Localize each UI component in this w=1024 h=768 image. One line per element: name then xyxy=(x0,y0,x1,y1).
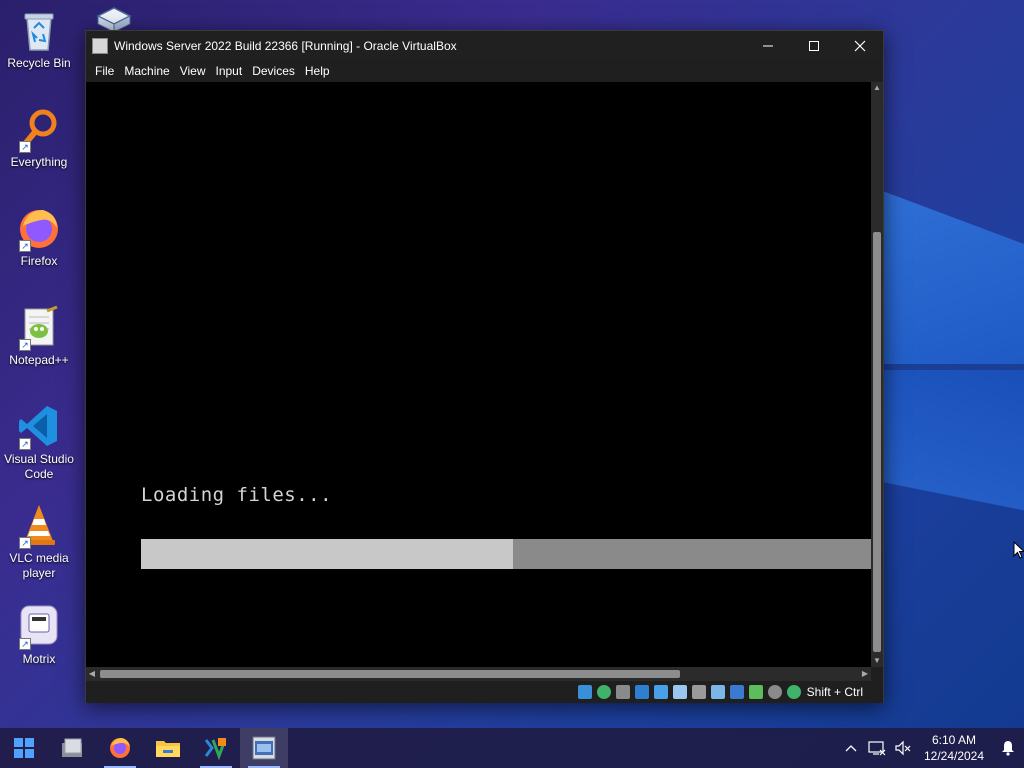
shortcut-arrow-icon: ↗ xyxy=(19,638,31,650)
menu-view[interactable]: View xyxy=(175,64,211,78)
firefox-icon: ↗ xyxy=(17,206,61,252)
desktop-icon-everything[interactable]: ↗ Everything xyxy=(4,107,74,170)
shortcut-arrow-icon: ↗ xyxy=(19,240,31,252)
menu-devices[interactable]: Devices xyxy=(247,64,300,78)
shared-folders-icon[interactable] xyxy=(691,685,706,699)
display-icon[interactable] xyxy=(710,685,725,699)
wallpaper-beam xyxy=(880,364,1024,370)
title-bar[interactable]: Windows Server 2022 Build 22366 [Running… xyxy=(86,31,883,60)
taskbar-file-explorer[interactable] xyxy=(144,728,192,768)
virtualbox-vm-icon xyxy=(252,736,276,760)
network-status-icon[interactable] xyxy=(864,728,890,768)
show-hidden-icons-chevron-icon[interactable] xyxy=(838,728,864,768)
vm-display[interactable]: Loading files... xyxy=(86,82,871,667)
file-manager-icon xyxy=(62,738,82,757)
mouse-integration-icon[interactable] xyxy=(767,685,782,699)
firefox-icon xyxy=(110,738,130,758)
desktop-icon-label: VLC media player xyxy=(9,551,69,580)
taskbar-virtualbox-vm[interactable] xyxy=(240,728,288,768)
desktop-icon-label: Visual Studio Code xyxy=(4,452,74,481)
minimize-button[interactable] xyxy=(745,31,791,60)
desktop-icon-label: Motrix xyxy=(22,652,56,666)
minimize-icon xyxy=(763,45,773,46)
recording-icon[interactable] xyxy=(729,685,744,699)
progress-fill xyxy=(141,539,514,569)
desktop-icon-vscode[interactable]: ↗ Visual Studio Code xyxy=(4,404,74,482)
wallpaper-beam xyxy=(880,370,1024,511)
maximize-button[interactable] xyxy=(791,31,837,60)
scroll-left-arrow-icon[interactable]: ◀ xyxy=(86,667,98,681)
keyboard-capture-icon[interactable] xyxy=(786,685,801,699)
system-tray: 6:10 AM 12/24/2024 xyxy=(838,728,1024,768)
vertical-scroll-thumb[interactable] xyxy=(873,232,881,652)
start-button[interactable] xyxy=(0,728,48,768)
desktop-icon-label: Recycle Bin xyxy=(7,56,71,70)
hard-disk-icon[interactable] xyxy=(577,685,592,699)
horizontal-scrollbar[interactable]: ◀ ▶ xyxy=(86,667,871,681)
desktop-icon-label: Everything xyxy=(10,155,68,169)
clock-time: 6:10 AM xyxy=(931,733,977,747)
window-title: Windows Server 2022 Build 22366 [Running… xyxy=(114,38,457,53)
mouse-cursor-icon xyxy=(1013,541,1024,559)
taskbar-firefox[interactable] xyxy=(96,728,144,768)
host-key-label: Shift + Ctrl xyxy=(806,685,863,699)
desktop-icon-recycle-bin[interactable]: Recycle Bin xyxy=(4,8,74,71)
optical-drive-icon[interactable] xyxy=(596,685,611,699)
loading-text: Loading files... xyxy=(141,484,333,506)
shortcut-arrow-icon: ↗ xyxy=(19,141,31,153)
scroll-right-arrow-icon[interactable]: ▶ xyxy=(859,667,871,681)
close-button[interactable] xyxy=(837,31,883,60)
vm-status-bar: Shift + Ctrl xyxy=(86,681,883,703)
shortcut-arrow-icon: ↗ xyxy=(19,438,31,450)
menu-help[interactable]: Help xyxy=(300,64,335,78)
virtualbox-desktop-icon[interactable] xyxy=(94,6,134,33)
file-explorer-icon xyxy=(156,741,180,757)
scroll-down-arrow-icon[interactable]: ▼ xyxy=(871,655,883,667)
audio-icon[interactable] xyxy=(634,685,649,699)
menu-file[interactable]: File xyxy=(90,64,119,78)
start-icon xyxy=(14,738,34,758)
usb-icon[interactable] xyxy=(672,685,687,699)
maximize-icon xyxy=(809,40,819,51)
shortcut-arrow-icon: ↗ xyxy=(19,537,31,549)
shortcut-arrow-icon: ↗ xyxy=(19,339,31,351)
network-icon[interactable] xyxy=(653,685,668,699)
taskbar-clock[interactable]: 6:10 AM 12/24/2024 xyxy=(916,732,992,764)
vlc-icon: ↗ xyxy=(17,503,61,549)
taskbar: 6:10 AM 12/24/2024 xyxy=(0,728,1024,768)
recycle-bin-icon xyxy=(17,8,61,52)
vscode-icon: ↗ xyxy=(17,404,61,450)
desktop-icon-notepadpp[interactable]: ↗ Notepad++ xyxy=(4,305,74,368)
virtualbox-manager-icon xyxy=(204,738,227,760)
close-icon xyxy=(854,40,866,51)
desktop-icon-label: Firefox xyxy=(20,254,58,268)
floppy-icon[interactable] xyxy=(615,685,630,699)
horizontal-scroll-thumb[interactable] xyxy=(100,670,680,678)
loading-progress-bar xyxy=(141,539,871,569)
taskbar-virtualbox-manager[interactable] xyxy=(192,728,240,768)
notepadpp-icon: ↗ xyxy=(17,305,61,351)
volume-muted-icon[interactable] xyxy=(890,728,916,768)
vertical-scrollbar[interactable]: ▲ ▼ xyxy=(871,82,883,667)
everything-search-icon: ↗ xyxy=(17,107,61,153)
virtualbox-vm-window[interactable]: Windows Server 2022 Build 22366 [Running… xyxy=(85,30,884,703)
virtualbox-app-icon xyxy=(92,37,108,54)
desktop-icon-label: Notepad++ xyxy=(9,353,69,367)
scroll-up-arrow-icon[interactable]: ▲ xyxy=(871,82,883,94)
desktop-icon-vlc[interactable]: ↗ VLC media player xyxy=(4,503,74,581)
taskbar-file-manager[interactable] xyxy=(48,728,96,768)
wallpaper-beam xyxy=(880,190,1024,370)
cpu-icon[interactable] xyxy=(748,685,763,699)
menu-machine[interactable]: Machine xyxy=(119,64,174,78)
desktop-icon-firefox[interactable]: ↗ Firefox xyxy=(4,206,74,269)
menu-input[interactable]: Input xyxy=(211,64,248,78)
menu-bar: File Machine View Input Devices Help xyxy=(86,60,883,82)
notification-bell-icon[interactable] xyxy=(992,728,1024,768)
clock-date: 12/24/2024 xyxy=(923,749,985,763)
desktop-icon-motrix[interactable]: ↗ Motrix xyxy=(4,604,74,667)
motrix-icon: ↗ xyxy=(17,604,61,650)
